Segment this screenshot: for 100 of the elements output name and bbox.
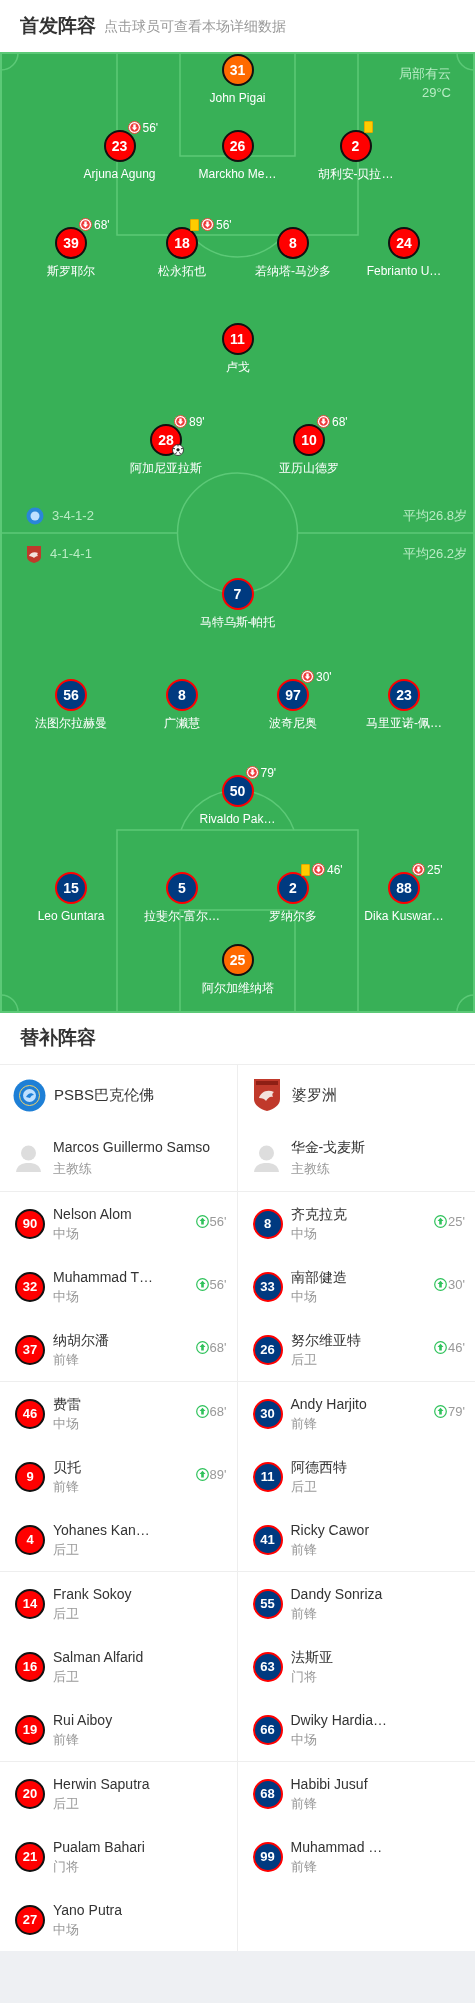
substitution-minute: 30' — [316, 670, 332, 683]
player-number[interactable]: 7 — [221, 578, 254, 610]
average-age: 平均26.2岁 — [402, 545, 467, 564]
substitution-off-icon — [317, 415, 330, 428]
player-name[interactable]: 费雷 — [53, 1393, 196, 1414]
player-number[interactable]: 9 — [15, 1461, 45, 1492]
player-number[interactable]: 37 — [15, 1334, 45, 1365]
player-number[interactable]: 30 — [252, 1398, 283, 1429]
player-name[interactable]: Dandy Sonriza — [290, 1583, 465, 1604]
player-number[interactable]: 14 — [15, 1588, 45, 1619]
player-number[interactable]: 4 — [15, 1524, 45, 1555]
player-name[interactable]: Salman Alfarid — [53, 1646, 227, 1667]
player-number[interactable]: 39 — [55, 227, 87, 259]
player-number[interactable]: 19 — [15, 1714, 45, 1745]
player-position: 中场 — [53, 1287, 80, 1306]
player-number[interactable]: 8 — [166, 679, 198, 711]
player-number[interactable]: 50 — [221, 775, 254, 807]
player-number[interactable]: 5 — [166, 872, 198, 904]
substitution-off-icon — [79, 218, 92, 231]
substitution-minute: 89' — [189, 415, 205, 428]
player-position: 中场 — [290, 1730, 318, 1749]
player-number[interactable]: 2 — [339, 130, 372, 162]
player-number[interactable]: 26 — [221, 130, 254, 162]
player-number[interactable]: 99 — [252, 1841, 283, 1872]
player-number[interactable]: 20 — [15, 1778, 45, 1809]
player-position: 后卫 — [53, 1794, 80, 1813]
player-position: 后卫 — [53, 1604, 80, 1623]
substitution-on-icon — [434, 1278, 448, 1291]
player-number[interactable]: 8 — [252, 1208, 283, 1239]
substitution-on-icon — [195, 1215, 209, 1228]
club-crest-icon — [26, 507, 44, 525]
player-name[interactable]: 阿德西特 — [290, 1456, 465, 1477]
player-number[interactable]: 21 — [15, 1841, 45, 1872]
coach-name[interactable]: Marcos Guillermo Samso — [53, 1136, 211, 1158]
player-number[interactable]: 27 — [15, 1904, 45, 1935]
temperature: 29°C — [421, 84, 451, 102]
player-name[interactable]: Frank Sokoy — [53, 1583, 227, 1604]
player-number[interactable]: 10 — [293, 424, 325, 456]
player-name[interactable]: 贝托 — [53, 1456, 196, 1477]
substitution-minute: 25' — [427, 863, 443, 876]
player-number[interactable]: 16 — [15, 1651, 45, 1682]
player-position: 中场 — [53, 1224, 80, 1243]
substitution-minute: 46' — [327, 863, 343, 876]
player-name[interactable]: Andy Harjito — [290, 1393, 435, 1414]
player-name[interactable]: Dwiky Hardia… — [290, 1709, 465, 1730]
player-number[interactable]: 55 — [252, 1588, 283, 1619]
player-number[interactable]: 33 — [252, 1271, 283, 1302]
club-crest-icon — [26, 544, 42, 564]
coach-name[interactable]: 华金-戈麦斯 — [290, 1136, 366, 1158]
player-number[interactable]: 11 — [252, 1461, 283, 1492]
player-number[interactable]: 63 — [252, 1651, 283, 1682]
player-number[interactable]: 90 — [15, 1208, 45, 1239]
player-name[interactable]: 齐克拉克 — [290, 1203, 435, 1224]
player-number[interactable]: 32 — [15, 1271, 45, 1302]
substitution-minute: 56' — [209, 1212, 227, 1231]
player-name[interactable]: 南部健造 — [290, 1266, 435, 1287]
player-number[interactable]: 15 — [55, 872, 87, 904]
player-number[interactable]: 46 — [15, 1398, 45, 1429]
substitution-minute: 79' — [448, 1402, 465, 1421]
substitution-on-icon — [195, 1405, 209, 1418]
player-number[interactable]: 11 — [221, 323, 254, 355]
player-number[interactable]: 66 — [252, 1714, 283, 1745]
substitution-off-icon — [245, 766, 259, 779]
player-position: 后卫 — [53, 1667, 80, 1686]
team-name[interactable]: PSBS巴克伦佛 — [54, 1083, 155, 1107]
substitution-minute: 30' — [448, 1275, 465, 1294]
player-number[interactable]: 23 — [388, 679, 420, 711]
player-number[interactable]: 24 — [388, 227, 420, 259]
player-number[interactable]: 26 — [252, 1334, 283, 1365]
player-name[interactable]: Pualam Bahari — [53, 1836, 227, 1857]
player-name[interactable]: Rui Aiboy — [53, 1709, 227, 1730]
player-position: 前锋 — [53, 1350, 80, 1369]
player-name[interactable]: Muhammad T… — [53, 1266, 196, 1287]
player-number[interactable]: 41 — [252, 1524, 283, 1555]
player-name[interactable]: Muhammad … — [290, 1836, 465, 1857]
player-number[interactable]: 88 — [388, 872, 420, 904]
player-name[interactable]: Ricky Cawor — [290, 1519, 465, 1540]
substitution-minute: 56' — [209, 1275, 227, 1294]
team-name[interactable]: 婆罗洲 — [291, 1083, 337, 1107]
substitution-on-icon — [195, 1341, 209, 1354]
substitution-off-icon — [127, 121, 141, 134]
player-number[interactable]: 68 — [252, 1778, 283, 1809]
substitution-on-icon — [434, 1405, 448, 1418]
player-number[interactable]: 97 — [277, 679, 309, 711]
player-number[interactable]: 8 — [277, 227, 309, 259]
player-name[interactable]: 法斯亚 — [290, 1646, 465, 1667]
player-name[interactable]: Nelson Alom — [53, 1203, 196, 1224]
player-position: 门将 — [290, 1667, 318, 1686]
player-number[interactable]: 2 — [277, 872, 309, 904]
player-name[interactable]: Habibi Jusuf — [290, 1773, 465, 1794]
player-name[interactable]: 努尔维亚特 — [290, 1329, 435, 1350]
player-number[interactable]: 18 — [166, 227, 198, 259]
player-name[interactable]: Herwin Saputra — [53, 1773, 227, 1794]
player-name[interactable]: Yano Putra — [53, 1899, 227, 1920]
player-position: 前锋 — [290, 1540, 318, 1559]
player-number[interactable]: 56 — [55, 679, 87, 711]
player-name[interactable]: 纳胡尔潘 — [53, 1329, 196, 1350]
player-name[interactable]: Yohanes Kan… — [53, 1519, 227, 1540]
player-position: 中场 — [290, 1224, 318, 1243]
player-number[interactable]: 23 — [103, 130, 136, 162]
